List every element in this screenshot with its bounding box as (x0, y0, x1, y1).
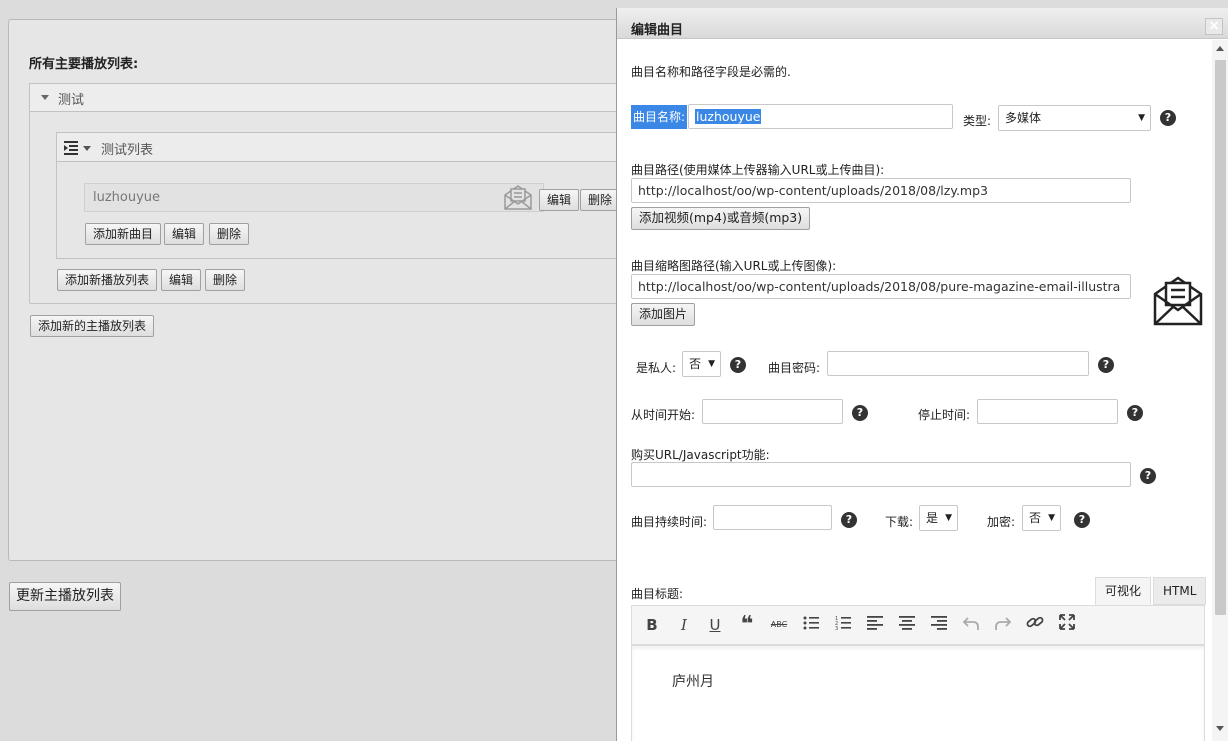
editor-content[interactable]: 庐州月 (672, 671, 714, 691)
thumbnail-path-label: 曲目缩略图路径(输入URL或上传图像): (631, 259, 837, 273)
sub-playlist-name[interactable]: 测试列表 (101, 139, 153, 158)
track-edit-button[interactable]: 编辑 (539, 189, 580, 211)
help-icon[interactable]: ? (1160, 110, 1176, 126)
track-name-value: luzhouyue (695, 109, 762, 124)
chevron-down-icon: ▼ (945, 513, 952, 523)
link-icon[interactable] (1023, 614, 1047, 636)
track-name-input[interactable]: luzhouyue (688, 104, 953, 129)
password-label: 曲目密码: (768, 361, 821, 375)
main-playlist-delete-button[interactable]: 删除 (205, 269, 246, 291)
fullscreen-icon[interactable] (1055, 614, 1079, 636)
track-delete-button[interactable]: 删除 (580, 189, 621, 211)
dialog-title: 编辑曲目 (631, 23, 684, 38)
update-main-playlist-button[interactable]: 更新主播放列表 (9, 582, 121, 611)
track-path-label: 曲目路径(使用媒体上传器输入URL或上传曲目): (631, 163, 885, 177)
chevron-down-icon: ▼ (1048, 513, 1055, 523)
edit-track-dialog: 编辑曲目 × 曲目名称和路径字段是必需的. 曲目名称: luzhouyue 类型… (616, 8, 1228, 741)
caption-label: 曲目标题: (631, 587, 684, 601)
main-playlist-header[interactable] (29, 83, 649, 112)
stop-time-input[interactable] (977, 399, 1118, 424)
chevron-down-icon: ▼ (1138, 113, 1145, 123)
track-name: luzhouyue (93, 190, 161, 205)
add-main-playlist-button[interactable]: 添加新的主播放列表 (30, 315, 155, 337)
envelope-icon (503, 183, 533, 214)
private-label: 是私人: (636, 361, 677, 375)
download-select[interactable]: 是 ▼ (919, 505, 958, 531)
main-playlist-name[interactable]: 测试 (58, 89, 84, 108)
scroll-down-icon[interactable] (1216, 726, 1224, 731)
required-note: 曲目名称和路径字段是必需的. (631, 65, 791, 79)
help-icon[interactable]: ? (1074, 512, 1090, 528)
help-icon[interactable]: ? (1127, 405, 1143, 421)
buy-url-input[interactable] (631, 462, 1131, 487)
svg-text:3: 3 (835, 626, 838, 630)
chevron-down-icon: ▼ (708, 359, 715, 369)
align-center-icon[interactable] (895, 614, 919, 636)
sub-playlist-delete-button[interactable]: 删除 (209, 223, 250, 245)
buy-url-label: 购买URL/Javascript功能: (631, 448, 770, 462)
encrypt-select-value: 否 (1029, 511, 1042, 525)
duration-input[interactable] (713, 505, 832, 530)
italic-icon[interactable]: I (672, 614, 696, 636)
blockquote-icon[interactable]: ❝ (735, 614, 759, 636)
close-button[interactable]: × (1205, 18, 1223, 35)
align-right-icon[interactable] (927, 614, 951, 636)
scroll-up-icon[interactable] (1216, 46, 1224, 51)
add-image-button[interactable]: 添加图片 (631, 303, 696, 326)
editor-toolbar: B I U ❝ ABC 123 (631, 605, 1205, 645)
collapse-triangle-icon[interactable] (41, 95, 49, 100)
private-select[interactable]: 否 ▼ (682, 351, 721, 377)
track-name-label: 曲目名称: (631, 105, 688, 129)
help-icon[interactable]: ? (730, 357, 746, 373)
encrypt-label: 加密: (987, 515, 1016, 529)
encrypt-select[interactable]: 否 ▼ (1022, 505, 1061, 531)
scrollbar[interactable] (1212, 40, 1228, 741)
type-label: 类型: (963, 114, 992, 128)
track-path-input[interactable]: http://localhost/oo/wp-content/uploads/2… (631, 178, 1131, 203)
main-playlist-edit-button[interactable]: 编辑 (161, 269, 202, 291)
download-label: 下载: (885, 515, 914, 529)
type-select-value: 多媒体 (1005, 111, 1042, 125)
sub-playlist-edit-button[interactable]: 编辑 (164, 223, 205, 245)
bullet-list-icon[interactable] (799, 614, 823, 636)
add-media-button[interactable]: 添加视频(mp4)或音频(mp3) (631, 207, 811, 230)
tab-visual[interactable]: 可视化 (1095, 577, 1152, 605)
type-select[interactable]: 多媒体 ▼ (998, 105, 1151, 131)
tab-html[interactable]: HTML (1153, 577, 1207, 605)
redo-icon[interactable] (991, 614, 1015, 636)
help-icon[interactable]: ? (1140, 468, 1156, 484)
help-icon[interactable]: ? (841, 512, 857, 528)
stop-time-label: 停止时间: (918, 408, 971, 422)
help-icon[interactable]: ? (1098, 357, 1114, 373)
dialog-header[interactable] (617, 8, 1228, 39)
download-select-value: 是 (926, 511, 939, 525)
add-playlist-button[interactable]: 添加新播放列表 (57, 269, 158, 291)
start-time-label: 从时间开始: (631, 408, 696, 422)
undo-icon[interactable] (959, 614, 983, 636)
scroll-thumb[interactable] (1215, 60, 1226, 615)
numbered-list-icon[interactable]: 123 (831, 614, 855, 636)
bold-icon[interactable]: B (640, 614, 664, 636)
help-icon[interactable]: ? (852, 405, 868, 421)
playlists-title: 所有主要播放列表: (29, 57, 139, 72)
password-input[interactable] (827, 351, 1089, 376)
envelope-icon (1152, 274, 1204, 329)
start-time-input[interactable] (702, 399, 843, 424)
caption-editor[interactable]: 庐州月 (631, 645, 1205, 741)
thumbnail-path-input[interactable]: http://localhost/oo/wp-content/uploads/2… (631, 274, 1131, 299)
underline-icon[interactable]: U (703, 614, 727, 636)
strikethrough-icon[interactable]: ABC (767, 614, 791, 636)
list-menu-icon[interactable] (64, 141, 94, 158)
private-select-value: 否 (689, 357, 702, 371)
add-track-button[interactable]: 添加新曲目 (85, 223, 162, 245)
align-left-icon[interactable] (863, 614, 887, 636)
duration-label: 曲目持续时间: (631, 515, 708, 529)
